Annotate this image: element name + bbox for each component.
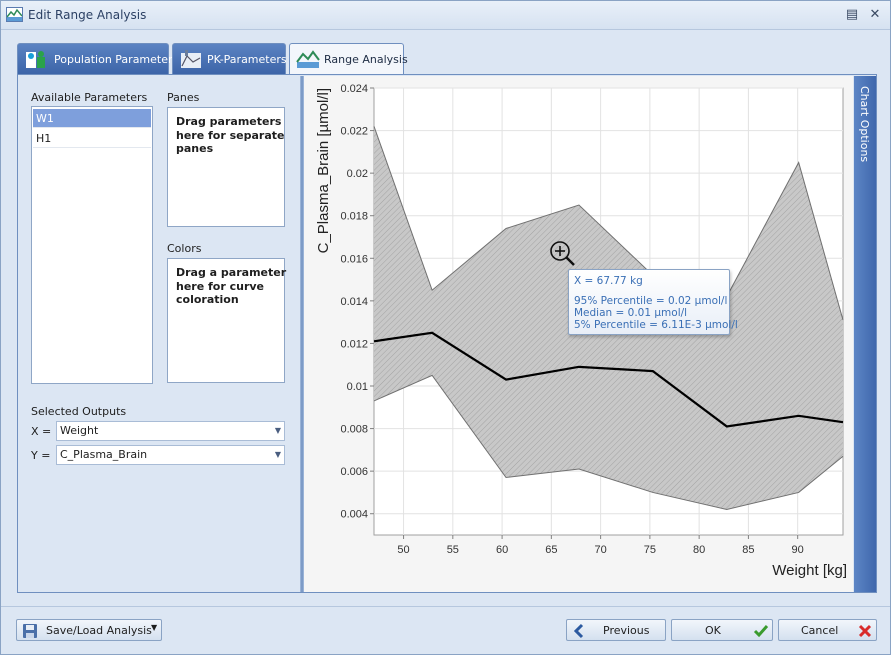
- save-load-analysis-button[interactable]: Save/Load Analysis ▼: [16, 619, 162, 641]
- tooltip-p95: 95% Percentile = 0.02 µmol/l: [574, 295, 728, 307]
- x-tick-label: 70: [594, 544, 606, 556]
- close-icon[interactable]: ✕: [867, 7, 883, 23]
- range-analysis-panel: Available Parameters W1 H1 Panes Drag pa…: [17, 74, 877, 593]
- chevron-down-icon: ▼: [274, 450, 281, 459]
- chart-area[interactable]: 50 55 60 65 70 75 80 85 90 0.004 0.006 0.008 0.01 0.0…: [304, 76, 853, 592]
- y-tick-label: 0.022: [340, 126, 368, 138]
- y-tick-label: 0.014: [340, 296, 368, 308]
- y-axis-title: C_Plasma_Brain [µmol/l]: [315, 88, 332, 253]
- y-tick-label: 0.008: [340, 424, 368, 436]
- x-axis-title: Weight [kg]: [772, 562, 847, 579]
- panes-hint: Drag parameters here for separate panes: [176, 115, 285, 155]
- cancel-label: Cancel: [801, 624, 839, 637]
- x-tick-label: 75: [644, 544, 656, 556]
- panes-label: Panes: [167, 91, 200, 104]
- colors-hint: Drag a parameter here for curve colorati…: [176, 266, 287, 306]
- chart-options-label: Chart Options: [858, 86, 871, 163]
- check-icon: [753, 623, 769, 639]
- chevron-down-icon: ▼: [274, 426, 281, 435]
- x-output-value: Weight: [60, 424, 99, 437]
- tab-strip: Population Parameters PK-Parameters Rang…: [17, 43, 877, 75]
- y-output-label: Y =: [31, 449, 51, 462]
- y-tick-label: 0.016: [340, 253, 368, 265]
- chart-options-button[interactable]: Chart Options: [854, 76, 876, 592]
- x-tick-label: 80: [693, 544, 705, 556]
- y-tick-label: 0.012: [340, 338, 368, 350]
- cancel-button[interactable]: Cancel: [778, 619, 877, 641]
- y-tick-label: 0.02: [347, 168, 368, 180]
- population-icon: [24, 48, 48, 70]
- window-title: Edit Range Analysis: [28, 8, 147, 22]
- edit-range-analysis-window: Edit Range Analysis ▤ ✕ Population Param…: [0, 0, 891, 655]
- y-tick-label: 0.004: [340, 509, 368, 521]
- title-bar: Edit Range Analysis ▤ ✕: [1, 1, 890, 30]
- x-output-select[interactable]: Weight ▼: [56, 421, 285, 441]
- x-tick-label: 50: [397, 544, 409, 556]
- pk-parameters-icon: [179, 48, 203, 70]
- data-tooltip: X = 67.77 kg 95% Percentile = 0.02 µmol/…: [568, 269, 738, 335]
- panes-drop-zone[interactable]: Drag parameters here for separate panes: [167, 107, 285, 227]
- x-tick-label: 60: [496, 544, 508, 556]
- save-load-label: Save/Load Analysis: [46, 624, 152, 637]
- range-analysis-tab-icon: [296, 48, 320, 70]
- cross-icon: [857, 623, 873, 639]
- available-parameters-list[interactable]: W1 H1: [31, 106, 153, 384]
- maximize-icon[interactable]: ▤: [844, 7, 860, 23]
- footer-divider: [1, 606, 890, 607]
- y-output-value: C_Plasma_Brain: [60, 448, 148, 461]
- x-tick-label: 65: [545, 544, 557, 556]
- save-icon: [22, 623, 38, 639]
- x-tick-label: 85: [742, 544, 754, 556]
- y-tick-label: 0.01: [347, 381, 368, 393]
- tooltip-x: X = 67.77 kg: [574, 275, 643, 287]
- available-parameters-label: Available Parameters: [31, 91, 148, 104]
- x-tick-label: 90: [792, 544, 804, 556]
- x-output-label: X =: [31, 425, 52, 438]
- tooltip-median: Median = 0.01 µmol/l: [574, 307, 688, 319]
- colors-drop-zone[interactable]: Drag a parameter here for curve colorati…: [167, 258, 287, 383]
- y-tick-label: 0.024: [340, 83, 368, 95]
- tab-label: Population Parameters: [54, 53, 179, 66]
- previous-label: Previous: [603, 624, 650, 637]
- ok-label: OK: [705, 624, 721, 637]
- tab-label: Range Analysis: [324, 53, 408, 66]
- previous-button[interactable]: Previous: [566, 619, 666, 641]
- y-tick-label: 0.018: [340, 211, 368, 223]
- tab-label: PK-Parameters: [207, 53, 287, 66]
- tab-population-parameters[interactable]: Population Parameters: [17, 43, 178, 74]
- list-item[interactable]: H1: [33, 129, 151, 148]
- tab-pk-parameters[interactable]: PK-Parameters: [172, 43, 287, 74]
- arrow-left-icon: [571, 623, 587, 639]
- y-tick-label: 0.006: [340, 466, 368, 478]
- range-analysis-icon: [6, 7, 23, 22]
- selected-outputs-label: Selected Outputs: [31, 405, 127, 418]
- parameter-panel: Available Parameters W1 H1 Panes Drag pa…: [19, 76, 300, 592]
- chevron-down-icon: ▼: [151, 623, 158, 632]
- tab-range-analysis[interactable]: Range Analysis: [289, 43, 408, 75]
- list-item[interactable]: W1: [33, 109, 151, 128]
- y-output-select[interactable]: C_Plasma_Brain ▼: [56, 445, 285, 465]
- tooltip-p5: 5% Percentile = 6.11E-3 µmol/l: [574, 319, 738, 331]
- colors-label: Colors: [167, 242, 202, 255]
- ok-button[interactable]: OK: [671, 619, 773, 641]
- x-tick-label: 55: [447, 544, 459, 556]
